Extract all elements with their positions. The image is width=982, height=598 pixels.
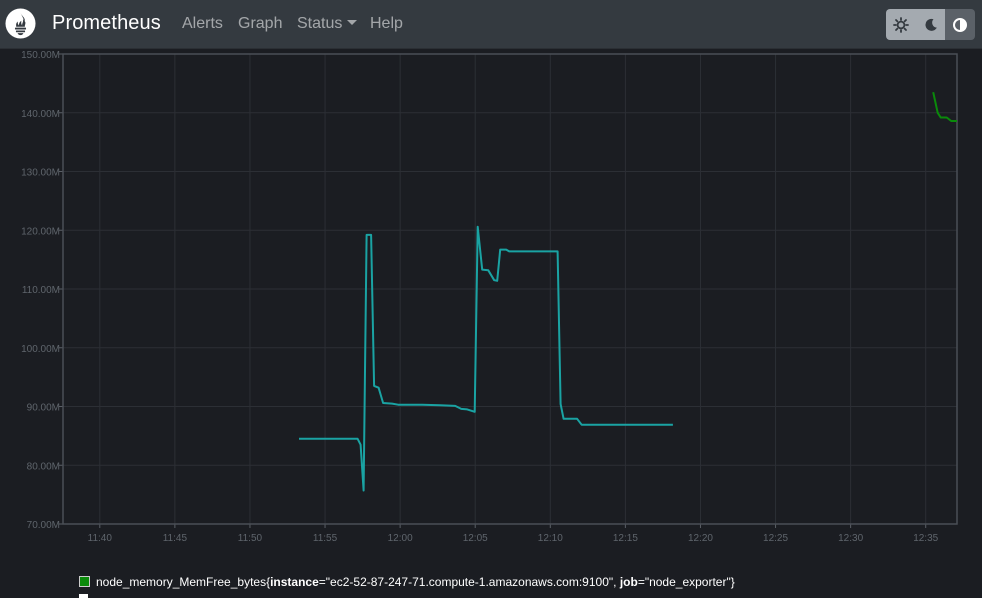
x-tick-label: 12:10	[538, 533, 563, 544]
half-circle-icon	[953, 17, 968, 32]
x-tick-label: 12:30	[838, 533, 863, 544]
legend-item[interactable]: node_memory_MemFree_bytes{instance="ec2-…	[79, 575, 735, 589]
x-tick-label: 12:25	[763, 533, 788, 544]
nav-status-label: Status	[297, 15, 343, 32]
y-tick-label: 80.00M	[27, 461, 60, 472]
nav-alerts[interactable]: Alerts	[182, 15, 223, 33]
sun-icon	[892, 16, 909, 33]
legend-label-value-instance: ="ec2-52-87-247-71.compute-1.amazonaws.c…	[318, 575, 620, 589]
series-line-2	[932, 91, 957, 122]
browser-default-theme-button[interactable]	[945, 9, 975, 40]
legend-label-value-job: ="node_exporter"}	[637, 575, 735, 589]
legend-label-key-instance: instance	[270, 575, 319, 589]
legend-item-partial	[79, 594, 88, 598]
legend-label-key-job: job	[619, 575, 638, 589]
y-tick-label: 150.00M	[21, 50, 60, 61]
series-color-swatch[interactable]	[79, 576, 90, 587]
nav-graph[interactable]: Graph	[238, 15, 282, 33]
brand-title[interactable]: Prometheus	[52, 12, 161, 35]
x-tick-label: 11:40	[88, 533, 113, 544]
prometheus-logo-icon[interactable]	[5, 8, 36, 39]
y-tick-label: 70.00M	[27, 520, 60, 531]
navbar: Prometheus Alerts Graph Status Help	[0, 0, 982, 49]
dark-theme-button[interactable]	[915, 9, 946, 40]
series-line-1	[299, 225, 673, 492]
y-tick-label: 140.00M	[21, 109, 60, 120]
x-tick-label: 12:00	[388, 533, 413, 544]
x-tick-label: 11:55	[313, 533, 338, 544]
graph-panel: 70.00M 80.00M 90.00M 100.00M 110.00M 120.00M 1…	[0, 49, 982, 559]
x-tick-label: 12:20	[688, 533, 713, 544]
theme-toggle-group	[886, 9, 975, 40]
chevron-down-icon	[347, 20, 358, 25]
time-series-chart[interactable]: 70.00M 80.00M 90.00M 100.00M 110.00M 120.00M 1…	[0, 49, 982, 559]
y-tick-label: 110.00M	[22, 285, 60, 296]
x-tick-label: 12:15	[613, 533, 638, 544]
y-tick-label: 130.00M	[21, 168, 60, 179]
moon-icon	[924, 18, 937, 31]
legend-metric-name: node_memory_MemFree_bytes	[96, 575, 267, 589]
x-tick-label: 11:45	[163, 533, 188, 544]
x-tick-label: 11:50	[238, 533, 263, 544]
nav-status-dropdown[interactable]: Status	[297, 15, 358, 33]
y-tick-label: 120.00M	[21, 226, 60, 237]
y-tick-label: 90.00M	[27, 403, 60, 414]
x-tick-label: 12:35	[913, 533, 938, 544]
light-theme-button[interactable]	[886, 9, 916, 40]
y-tick-label: 100.00M	[21, 344, 60, 355]
nav-help[interactable]: Help	[370, 15, 403, 33]
x-tick-label: 12:05	[463, 533, 488, 544]
